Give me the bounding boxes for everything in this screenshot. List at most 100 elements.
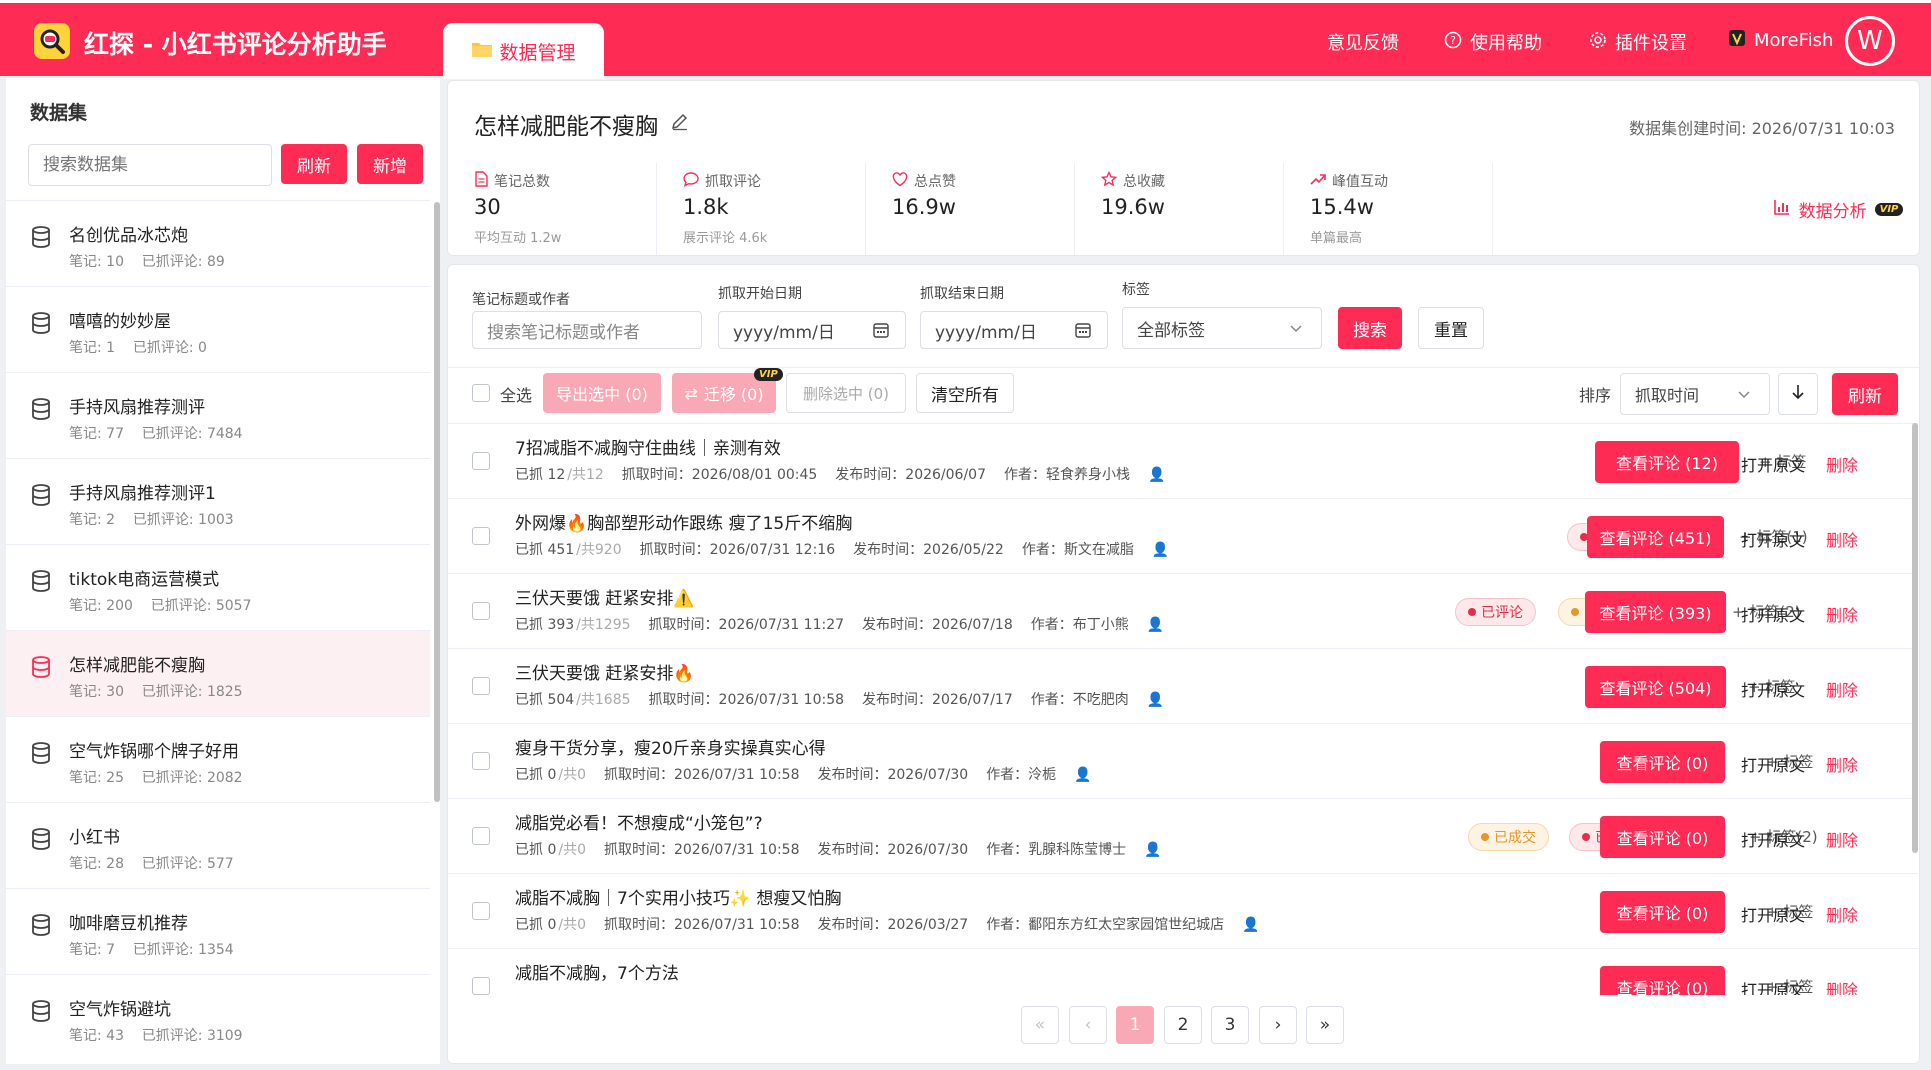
row-checkbox[interactable]	[472, 827, 490, 845]
delete-button[interactable]: 删除	[1826, 827, 1858, 851]
dataset-meta: 笔记: 1 已抓评论: 0	[69, 337, 207, 357]
page-1-button[interactable]: 1	[1116, 1006, 1154, 1044]
sidebar-item-dataset[interactable]: 名创优品冰芯炮 笔记: 10 已抓评论: 89	[6, 200, 430, 286]
sidebar-item-dataset[interactable]: 小红书 笔记: 28 已抓评论: 577	[6, 802, 430, 888]
sidebar-scrollbar[interactable]	[434, 202, 440, 802]
user-plus-icon[interactable]: 👤	[1152, 542, 1169, 558]
tag-filter-select[interactable]: 全部标签	[1122, 307, 1322, 349]
end-date-input[interactable]: yyyy/mm/日	[920, 311, 1108, 349]
view-comments-button[interactable]: 查看评论 (451)	[1587, 516, 1724, 558]
next-page-button[interactable]: ›	[1259, 1006, 1297, 1044]
status-badge[interactable]: 已评论	[1455, 598, 1536, 626]
user-plus-icon[interactable]: 👤	[1147, 617, 1164, 633]
first-page-button[interactable]: «	[1021, 1006, 1059, 1044]
status-badge[interactable]: 已成交	[1468, 823, 1549, 851]
delete-button[interactable]: 删除	[1826, 752, 1858, 776]
note-title[interactable]: 减脂党必看！不想瘦成“小笼包”?	[515, 809, 763, 834]
open-original-button[interactable]: 打开原文	[1741, 827, 1805, 851]
avatar[interactable]: W	[1845, 16, 1895, 66]
delete-button[interactable]: 删除	[1826, 902, 1858, 926]
dataset-note-count: 笔记: 25	[69, 770, 124, 786]
delete-button[interactable]: 删除	[1826, 602, 1858, 626]
note-title[interactable]: 7招减脂不减胸守住曲线｜亲测有效	[515, 434, 781, 459]
user-plus-icon[interactable]: 👤	[1147, 692, 1164, 708]
user-plus-icon[interactable]: 👤	[1144, 842, 1161, 858]
sidebar-item-dataset[interactable]: 手持风扇推荐测评 笔记: 77 已抓评论: 7484	[6, 372, 430, 458]
view-comments-button[interactable]: 查看评论 (12)	[1595, 441, 1739, 483]
row-checkbox[interactable]	[472, 677, 490, 695]
note-title[interactable]: 减脂不减胸，7个方法	[515, 959, 679, 984]
list-refresh-button[interactable]: 刷新	[1832, 373, 1898, 415]
view-comments-button[interactable]: 查看评论 (0)	[1600, 816, 1725, 858]
fetched-time: 抓取时间：2026/07/31 11:27	[648, 617, 845, 633]
sidebar-item-dataset[interactable]: 手持风扇推荐测评1 笔记: 2 已抓评论: 1003	[6, 458, 430, 544]
row-checkbox[interactable]	[472, 602, 490, 620]
edit-icon[interactable]	[670, 111, 690, 137]
open-original-button[interactable]: 打开原文	[1741, 677, 1805, 701]
delete-button[interactable]: 删除	[1826, 677, 1858, 701]
note-title[interactable]: 三伏天要饿 赶紧安排⚠️	[515, 584, 695, 609]
sidebar-item-dataset[interactable]: 空气炸锅哪个牌子好用 笔记: 25 已抓评论: 2082	[6, 716, 430, 802]
row-checkbox[interactable]	[472, 452, 490, 470]
status-badge-label: 已评论	[1481, 605, 1523, 621]
title-filter-input[interactable]: 搜索笔记标题或作者	[472, 311, 702, 349]
stat-value: 19.6w	[1101, 195, 1165, 219]
list-scrollbar[interactable]	[1912, 423, 1918, 853]
sidebar-item-dataset[interactable]: 空气炸锅避坑 笔记: 43 已抓评论: 3109	[6, 974, 430, 1060]
open-original-button[interactable]: 打开原文	[1741, 752, 1805, 776]
open-original-button[interactable]: 打开原文	[1741, 452, 1805, 476]
tab-data-management[interactable]: 数据管理	[443, 23, 604, 79]
settings-link[interactable]: 插件设置	[1589, 29, 1687, 55]
sidebar-refresh-button[interactable]: 刷新	[281, 144, 347, 184]
reset-button[interactable]: 重置	[1418, 307, 1484, 349]
data-analysis-button[interactable]: 数据分析 VIP	[1758, 163, 1918, 255]
fetched-time: 抓取时间：2026/07/31 10:58	[603, 842, 800, 858]
clear-all-button[interactable]: 清空所有	[916, 373, 1014, 413]
prev-page-button[interactable]: ‹	[1069, 1006, 1107, 1044]
user-plus-icon[interactable]: 👤	[1242, 917, 1259, 933]
sidebar-item-dataset[interactable]: 嘻嘻的妙妙屋 笔记: 1 已抓评论: 0	[6, 286, 430, 372]
view-comments-button[interactable]: 查看评论 (0)	[1600, 741, 1725, 783]
delete-button[interactable]: 删除	[1826, 527, 1858, 551]
open-original-button[interactable]: 打开原文	[1741, 602, 1805, 626]
comment-icon	[683, 171, 699, 191]
heart-icon	[892, 171, 908, 191]
view-comments-button[interactable]: 查看评论 (393)	[1585, 591, 1726, 633]
open-original-button[interactable]: 打开原文	[1741, 902, 1805, 926]
sort-direction-button[interactable]	[1778, 373, 1818, 415]
note-title[interactable]: 外网爆🔥胸部塑形动作跟练 瘦了15斤不缩胸	[515, 509, 852, 534]
select-all-checkbox[interactable]	[472, 384, 490, 402]
row-checkbox[interactable]	[472, 902, 490, 920]
page-2-button[interactable]: 2	[1164, 1006, 1202, 1044]
view-comments-button[interactable]: 查看评论 (0)	[1600, 891, 1725, 933]
export-selected-button[interactable]: 导出选中 (0)	[543, 373, 661, 413]
note-title[interactable]: 三伏天要饿 赶紧安排🔥	[515, 659, 695, 684]
delete-button[interactable]: 删除	[1826, 452, 1858, 476]
row-checkbox[interactable]	[472, 752, 490, 770]
dataset-search-input[interactable]	[28, 144, 272, 186]
sort-select[interactable]: 抓取时间	[1620, 373, 1770, 415]
view-comments-button[interactable]: 查看评论 (504)	[1585, 666, 1726, 708]
help-link[interactable]: ? 使用帮助	[1444, 29, 1542, 55]
user-plus-icon[interactable]: 👤	[1074, 767, 1091, 783]
sidebar-item-dataset[interactable]: 怎样减肥能不瘦胸 笔记: 30 已抓评论: 1825	[6, 630, 430, 716]
user-name[interactable]: MoreFish	[1728, 29, 1833, 52]
last-page-button[interactable]: »	[1306, 1006, 1344, 1044]
fetched-time: 抓取时间：2026/07/31 10:58	[603, 917, 800, 933]
stat-label-text: 峰值互动	[1332, 174, 1388, 190]
sidebar-item-dataset[interactable]: 咖啡磨豆机推荐 笔记: 7 已抓评论: 1354	[6, 888, 430, 974]
start-date-input[interactable]: yyyy/mm/日	[718, 311, 906, 349]
note-title[interactable]: 瘦身干货分享，瘦20斤亲身实操真实心得	[515, 734, 826, 759]
sidebar-item-dataset[interactable]: tiktok电商运营模式 笔记: 200 已抓评论: 5057	[6, 544, 430, 630]
note-title[interactable]: 减脂不减胸｜7个实用小技巧✨ 想瘦又怕胸	[515, 884, 841, 909]
dot-icon	[1571, 608, 1579, 616]
search-button[interactable]: 搜索	[1338, 307, 1402, 349]
feedback-link[interactable]: 意见反馈	[1327, 29, 1399, 55]
row-checkbox[interactable]	[472, 977, 490, 995]
user-plus-icon[interactable]: 👤	[1148, 467, 1165, 483]
delete-selected-button[interactable]: 删除选中 (0)	[786, 373, 906, 413]
row-checkbox[interactable]	[472, 527, 490, 545]
open-original-button[interactable]: 打开原文	[1741, 527, 1805, 551]
sidebar-add-button[interactable]: 新增	[357, 144, 423, 184]
page-3-button[interactable]: 3	[1211, 1006, 1249, 1044]
